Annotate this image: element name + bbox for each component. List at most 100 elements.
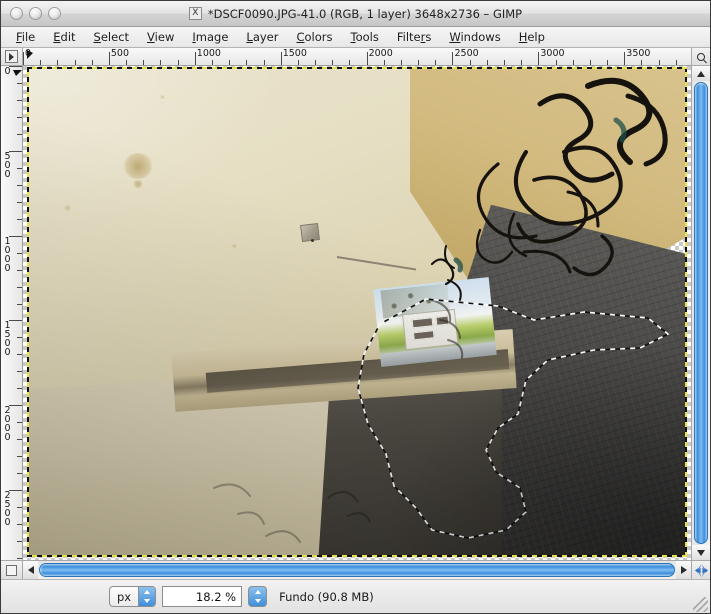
scroll-left-button[interactable] bbox=[23, 561, 38, 579]
menu-edit[interactable]: Edit bbox=[44, 28, 84, 46]
unit-selector-spinner[interactable] bbox=[138, 587, 156, 607]
menu-image[interactable]: Image bbox=[183, 28, 237, 46]
navigate-icon bbox=[694, 563, 708, 577]
status-bar: px 18.2 % Fundo (90.8 MB) bbox=[1, 579, 710, 613]
menu-windows[interactable]: Windows bbox=[440, 28, 509, 46]
ruler-tick bbox=[17, 82, 22, 84]
navigation-preview-button[interactable] bbox=[691, 560, 710, 579]
ruler-tick bbox=[675, 60, 677, 65]
unit-selector[interactable]: px bbox=[109, 586, 157, 607]
ruler-tick bbox=[17, 269, 22, 271]
menu-colors[interactable]: Colors bbox=[287, 28, 341, 46]
ruler-label: 3500 bbox=[626, 48, 651, 59]
horizontal-scroll-thumb[interactable] bbox=[39, 563, 675, 577]
ruler-label: 1500 bbox=[4, 320, 11, 359]
vertical-scrollbar[interactable] bbox=[691, 66, 710, 560]
ruler-tick bbox=[521, 60, 523, 65]
zoom-spinner[interactable] bbox=[248, 586, 268, 607]
ruler-tick bbox=[17, 524, 22, 526]
ruler-tick bbox=[126, 60, 128, 65]
ruler-tick bbox=[74, 60, 76, 65]
ruler-label: 2000 bbox=[368, 48, 393, 59]
ruler-label: 2500 bbox=[4, 490, 11, 529]
vertical-ruler[interactable]: 0 500 1000 1500 2000 2500 bbox=[1, 66, 23, 560]
horizontal-ruler[interactable]: 0 500 1000 1500 2000 2500 3000 3500 bbox=[23, 48, 691, 66]
vertical-scroll-thumb[interactable] bbox=[694, 82, 708, 544]
minimize-button[interactable] bbox=[29, 7, 42, 20]
window-title: *DSCF0090.JPG-41.0 (RGB, 1 layer) 3648x2… bbox=[207, 6, 523, 21]
scroll-up-button[interactable] bbox=[692, 66, 710, 81]
ruler-tick bbox=[17, 558, 22, 559]
title-bar: X *DSCF0090.JPG-41.0 (RGB, 1 layer) 3648… bbox=[1, 1, 710, 27]
chevron-down-icon bbox=[254, 599, 261, 604]
ruler-tick bbox=[17, 116, 22, 118]
zoom-value: 18.2 % bbox=[195, 589, 237, 604]
window-title-group: X *DSCF0090.JPG-41.0 (RGB, 1 layer) 3648… bbox=[1, 7, 710, 21]
ruler-tick bbox=[17, 303, 22, 305]
image-content[interactable] bbox=[27, 67, 687, 557]
ruler-tick bbox=[17, 184, 22, 186]
zoom-fit-icon bbox=[697, 52, 705, 61]
unit-spin-up[interactable] bbox=[139, 587, 155, 597]
zoom-spin-up[interactable] bbox=[249, 587, 266, 597]
ruler-tick bbox=[246, 60, 248, 65]
ruler-tick bbox=[555, 60, 557, 65]
ruler-label: 1500 bbox=[282, 48, 307, 59]
quick-mask-button[interactable] bbox=[1, 560, 23, 579]
menu-view[interactable]: View bbox=[138, 28, 183, 46]
menu-tools[interactable]: Tools bbox=[342, 28, 388, 46]
ruler-tick bbox=[17, 99, 22, 101]
image-canvas[interactable] bbox=[23, 66, 691, 560]
unit-spin-down[interactable] bbox=[139, 597, 155, 607]
zoom-fit-button[interactable] bbox=[691, 48, 710, 66]
ruler-tick bbox=[17, 422, 22, 424]
ruler-label: 500 bbox=[110, 48, 130, 59]
menu-select[interactable]: Select bbox=[85, 28, 139, 46]
maximize-button[interactable] bbox=[48, 7, 61, 20]
scroll-down-button[interactable] bbox=[692, 545, 710, 560]
menu-file[interactable]: File bbox=[7, 28, 44, 46]
image-window-icon: X bbox=[188, 7, 202, 20]
zoom-input[interactable]: 18.2 % bbox=[162, 586, 243, 607]
window-controls bbox=[10, 7, 61, 20]
ruler-position-marker-vertical bbox=[13, 70, 22, 76]
ruler-origin-button[interactable] bbox=[1, 48, 23, 66]
ruler-tick bbox=[91, 60, 93, 65]
ruler-tick bbox=[469, 60, 471, 65]
ruler-tick bbox=[400, 60, 402, 65]
photo-vignette bbox=[28, 68, 686, 556]
ruler-tick bbox=[607, 60, 609, 65]
ruler-tick bbox=[17, 201, 22, 203]
ruler-tick bbox=[17, 388, 22, 390]
ruler-tick bbox=[17, 337, 22, 339]
ruler-tick bbox=[40, 60, 42, 65]
ruler-tick bbox=[658, 60, 660, 65]
ruler-tick bbox=[17, 473, 22, 475]
ruler-tick bbox=[229, 60, 231, 65]
ruler-label: 2000 bbox=[4, 405, 11, 444]
ruler-label: 3000 bbox=[540, 48, 565, 59]
close-button[interactable] bbox=[10, 7, 23, 20]
scroll-right-button[interactable] bbox=[676, 561, 691, 579]
zoom-spin-down[interactable] bbox=[249, 597, 266, 607]
chevron-up-icon bbox=[697, 70, 705, 77]
menu-layer[interactable]: Layer bbox=[237, 28, 287, 46]
chevron-right-icon bbox=[680, 566, 687, 574]
horizontal-scrollbar[interactable] bbox=[23, 560, 691, 579]
chevron-down-icon bbox=[697, 549, 705, 556]
ruler-tick bbox=[17, 439, 22, 441]
ruler-label: 0 bbox=[4, 66, 11, 77]
ruler-tick bbox=[297, 60, 299, 65]
menu-help[interactable]: Help bbox=[510, 28, 554, 46]
ruler-tick bbox=[57, 60, 59, 65]
ruler-origin-icon bbox=[5, 50, 18, 63]
ruler-tick bbox=[486, 60, 488, 65]
ruler-tick bbox=[17, 507, 22, 509]
resize-grip-icon[interactable] bbox=[693, 597, 708, 612]
menu-filters[interactable]: Filters bbox=[388, 28, 441, 46]
ruler-tick bbox=[349, 60, 351, 65]
ruler-tick bbox=[641, 60, 643, 65]
ruler-tick bbox=[418, 60, 420, 65]
status-message: Fundo (90.8 MB) bbox=[279, 589, 374, 604]
ruler-tick bbox=[332, 60, 334, 65]
